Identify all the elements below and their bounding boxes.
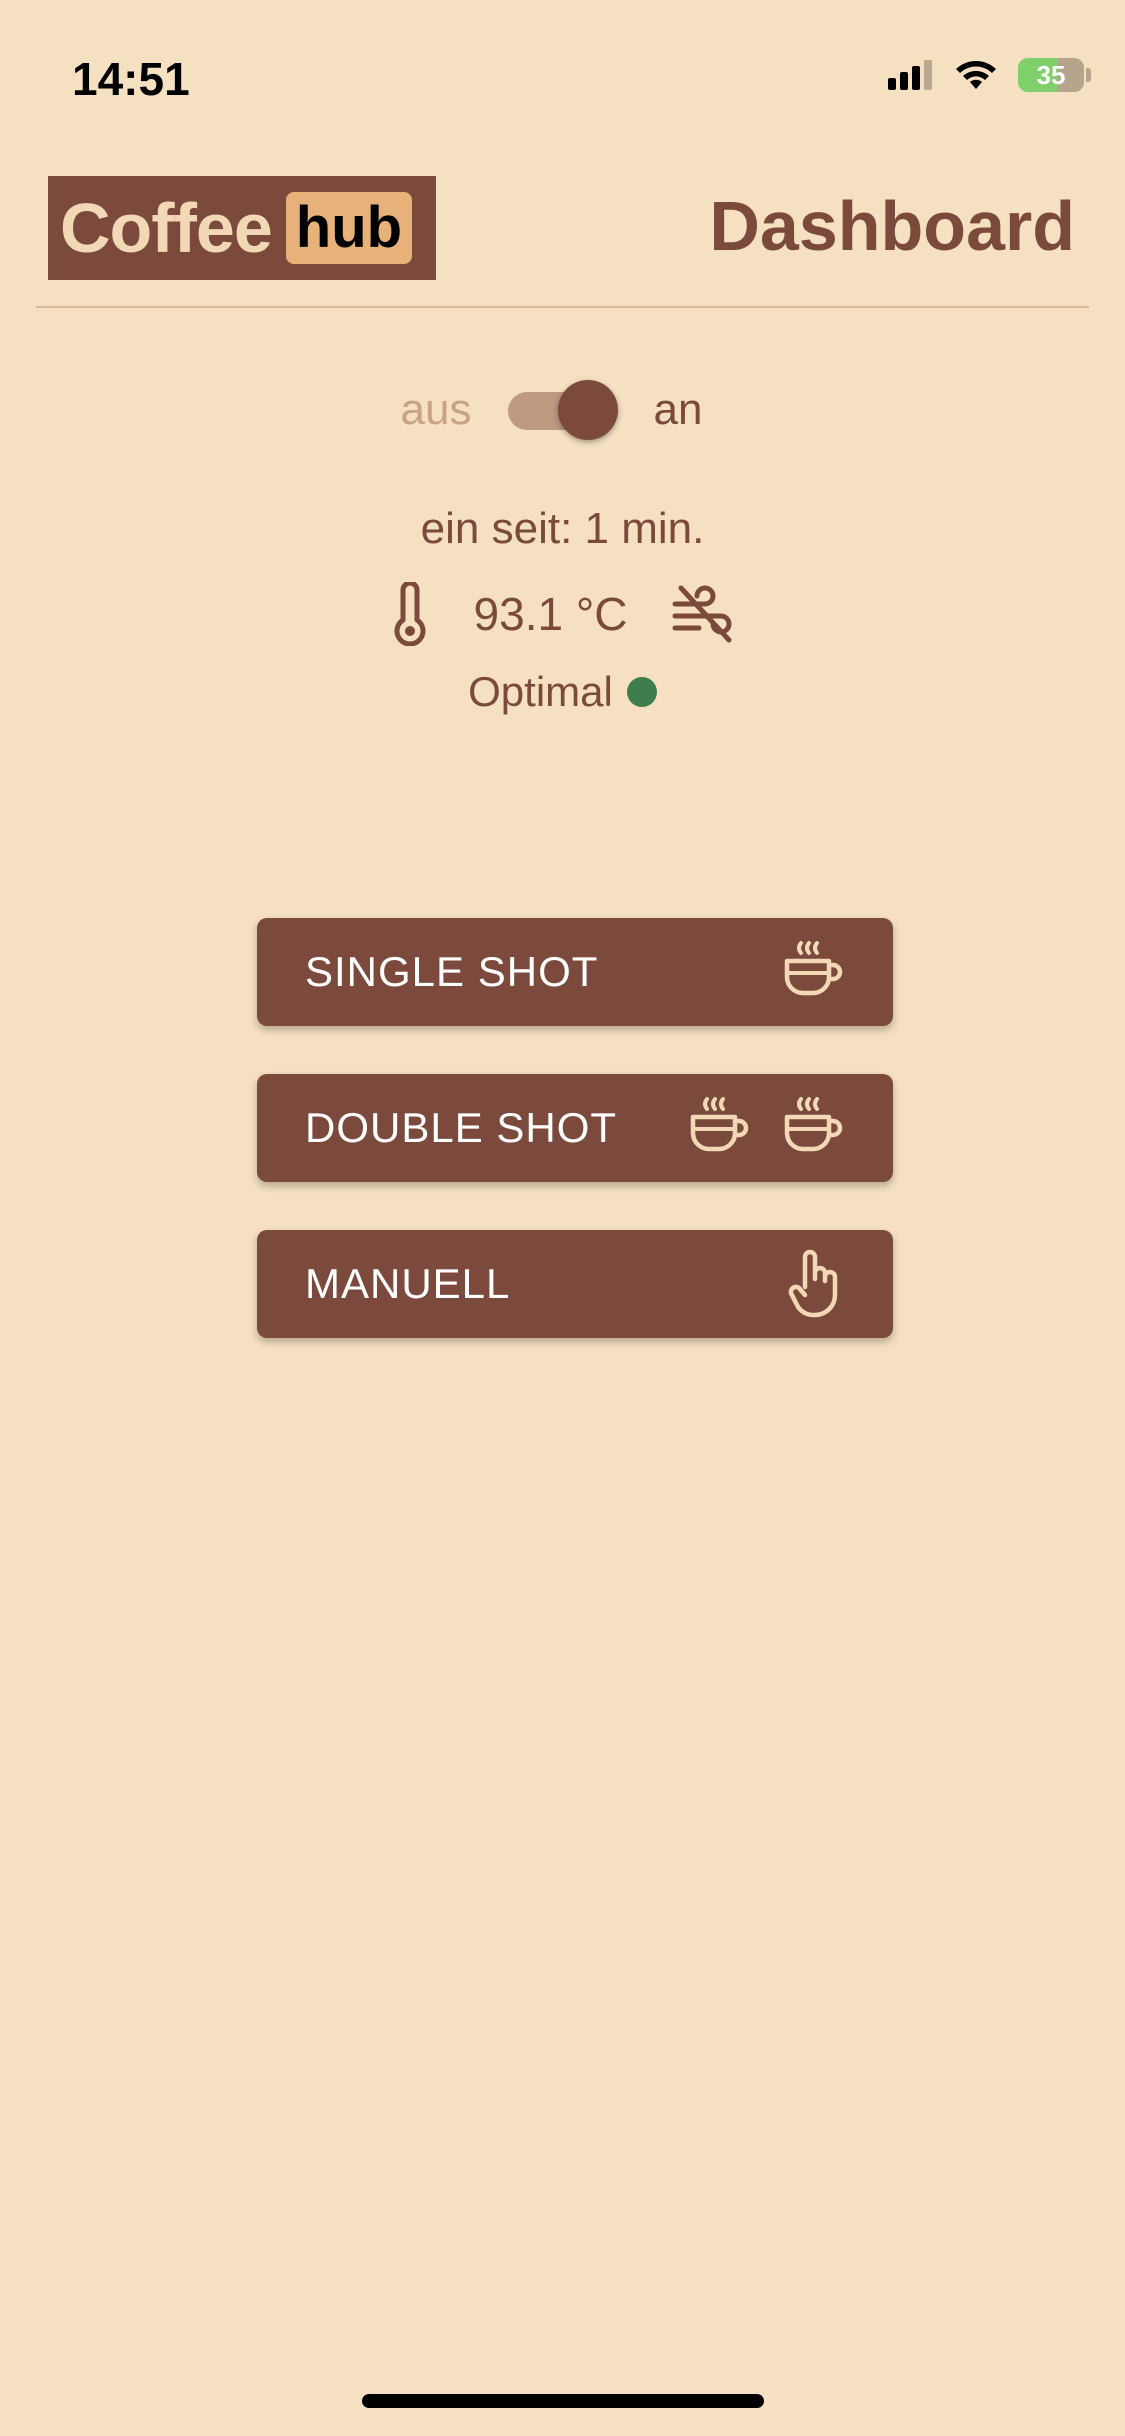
- battery-icon: 35: [1018, 58, 1084, 92]
- double-shot-label: DOUBLE SHOT: [305, 1104, 618, 1151]
- page-title: Dashboard: [709, 187, 1075, 265]
- hand-pointer-icon: [788, 1249, 838, 1318]
- status-text: Optimal: [468, 668, 613, 715]
- wifi-icon: [956, 61, 996, 89]
- status-icons: 35: [888, 58, 1091, 92]
- battery-level: 35: [1036, 59, 1066, 90]
- coffee-cup-icon: [784, 941, 843, 996]
- signal-icon: [888, 60, 932, 90]
- coffee-cup-icon: [690, 1097, 749, 1152]
- manual-label: MANUELL: [305, 1260, 511, 1307]
- temperature-value: 93.1 °C: [473, 588, 628, 640]
- home-indicator[interactable]: [362, 2394, 764, 2408]
- power-toggle[interactable]: [507, 380, 618, 440]
- status-time: 14:51: [72, 53, 190, 105]
- temperature-row: 93.1 °C: [0, 582, 1125, 646]
- coffee-cup-icon: [784, 1097, 843, 1152]
- logo-text-coffee: Coffee: [60, 189, 273, 267]
- thermometer-icon: [394, 582, 425, 646]
- on-since-text: ein seit: 1 min.: [420, 504, 705, 553]
- logo-text-hub: hub: [285, 192, 413, 264]
- steam-off-icon: [672, 585, 732, 643]
- double-shot-button[interactable]: DOUBLE SHOT: [257, 1074, 893, 1182]
- toggle-off-label: aus: [400, 385, 472, 434]
- single-shot-label: SINGLE SHOT: [305, 948, 599, 995]
- manual-button[interactable]: MANUELL: [257, 1230, 893, 1338]
- app-logo: Coffee hub: [48, 176, 436, 280]
- toggle-on-label: an: [653, 385, 703, 434]
- single-shot-button[interactable]: SINGLE SHOT: [257, 918, 893, 1026]
- header-divider: [36, 306, 1089, 308]
- status-indicator-dot: [626, 677, 657, 707]
- battery-tip: [1086, 68, 1091, 82]
- status-row: Optimal: [0, 668, 1125, 716]
- power-toggle-row: aus an: [0, 380, 1125, 440]
- toggle-knob[interactable]: [557, 380, 618, 440]
